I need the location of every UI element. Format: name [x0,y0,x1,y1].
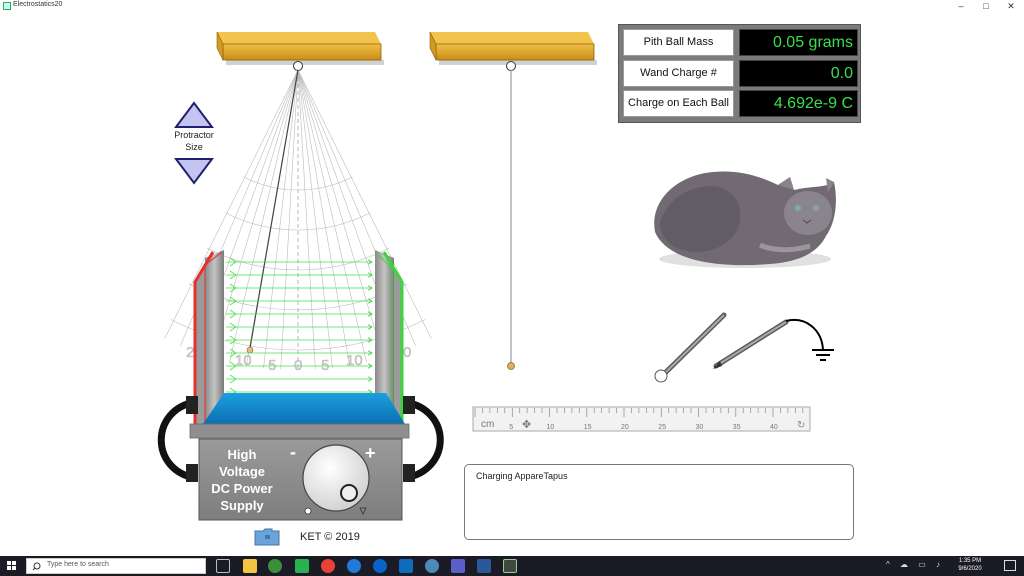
search-icon [32,562,41,571]
window-title: Electrostatics20 [13,1,63,8]
readout-row-wand-charge: Wand Charge # 0.0 [623,60,858,87]
protractor-ray [280,69,299,370]
protractor-down-arrow[interactable] [174,158,214,185]
readout-label-wand-charge: Wand Charge # [623,60,734,87]
readout-value-wand-charge: 0.0 [739,60,858,87]
ruler-rotate-icon[interactable]: ↻ [797,420,805,431]
system-tray-icons[interactable]: ^ ☁ ▭ ♪ [886,560,944,569]
psu-line4: Supply [220,498,264,513]
measuring-ruler[interactable]: cm ✥ ↻ 5 10 15 20 25 30 35 40 [472,406,811,432]
right-pendulum[interactable] [507,70,515,370]
ruler-move-icon[interactable]: ✥ [522,418,531,431]
scale-label-zero: 0 [294,357,302,374]
scale-label-right-outer: 0 [403,344,411,361]
protractor-ray [297,69,316,370]
psu-line1: High [227,447,257,462]
insulated-rod[interactable] [654,312,727,383]
edge-icon[interactable] [347,559,361,573]
protractor-ray [164,69,299,339]
ruler-number: 40 [770,424,778,431]
protractor-label-line1: Protractor [174,130,214,140]
app-icon-2[interactable] [295,559,309,573]
psu-line2: Voltage [219,464,265,479]
scale-label-left-5: 5 [268,357,276,374]
scale-label-right-10: 10 [346,352,363,369]
folder-icon[interactable] [254,527,280,546]
power-supply-label: High Voltage DC Power Supply [202,446,282,514]
left-support-beam [216,31,384,71]
charging-apparatus-text: Charging AppareTapus [476,471,568,481]
grounded-rod[interactable] [713,318,824,369]
scale-label-left-10: 10 [235,352,252,369]
clock-date: 9/6/2020 [958,566,982,572]
protractor-ray [297,69,367,363]
ruler-number: 35 [733,424,741,431]
positive-terminal-label: + [365,443,376,463]
ruler-number: 25 [658,424,666,431]
file-explorer-icon[interactable] [243,559,257,573]
ie-icon[interactable] [373,559,387,573]
clock-time: 1:35 PM [958,558,982,564]
taskbar-search-box[interactable]: Type here to search [26,558,206,574]
copyright-text: KET © 2019 [300,531,360,543]
scale-label-right-5: 5 [321,357,329,374]
readout-value-mass: 0.05 grams [739,29,858,56]
psu-line3: DC Power [211,481,273,496]
cat-fur-source[interactable] [654,171,836,268]
readout-row-ball-charge: Charge on Each Ball 4.692e-9 C [623,90,858,117]
app-icon-1[interactable] [268,559,282,573]
taskbar: Type here to search ^ ☁ ▭ ♪ 1:35 PM 9/6/… [0,556,1024,576]
window-title-bar: Electrostatics20 – □ ✕ [0,0,1024,12]
ruler-number: 5 [509,424,513,431]
outlook-icon[interactable] [399,559,413,573]
close-button[interactable]: ✕ [1002,0,1020,12]
voltage-knob[interactable] [302,444,370,512]
readout-row-mass: Pith Ball Mass 0.05 grams [623,29,858,56]
teams-icon[interactable] [451,559,465,573]
restore-button[interactable]: □ [977,0,995,12]
ruler-number: 30 [696,424,704,431]
task-view-icon[interactable] [216,559,230,573]
electric-field-lines [226,257,372,397]
notification-icon[interactable] [1004,560,1016,571]
app-icon-3[interactable] [425,559,439,573]
ruler-unit-label: cm [481,419,494,430]
minimize-button[interactable]: – [952,0,970,12]
ground-symbol-icon [812,349,834,361]
ruler-number: 10 [547,424,555,431]
word-icon[interactable] [477,559,491,573]
right-support-beam [429,31,597,71]
readout-panel: Pith Ball Mass 0.05 grams Wand Charge # … [618,24,861,123]
base-tray [189,393,410,439]
chrome-icon[interactable] [321,559,335,573]
ruler-number: 20 [621,424,629,431]
protractor-label-line2: Size [185,142,203,152]
readout-label-ball-charge: Charge on Each Ball [623,90,734,117]
protractor-ray [263,69,299,369]
search-placeholder: Type here to search [47,561,109,568]
app-icon [3,2,11,10]
protractor-ray [297,69,333,369]
negative-terminal-label: - [290,442,296,462]
readout-label-mass: Pith Ball Mass [623,29,734,56]
ruler-number: 15 [584,424,592,431]
electrostatics-app-icon[interactable] [503,559,517,573]
charging-apparatus-box[interactable]: Charging AppareTapus [464,464,854,540]
scale-label-left-outer: 2 [186,344,194,361]
readout-value-ball-charge: 4.692e-9 C [739,90,858,117]
clock[interactable]: 1:35 PM 9/6/2020 [950,557,990,573]
protractor-size-label: Protractor Size [166,129,222,153]
protractor-ray [297,69,432,339]
protractor-up-arrow[interactable] [174,101,214,128]
protractor-ray [229,69,299,363]
windows-start-icon[interactable] [0,556,24,576]
knob-min-marker [304,507,312,515]
left-pendulum-thread [249,69,299,349]
